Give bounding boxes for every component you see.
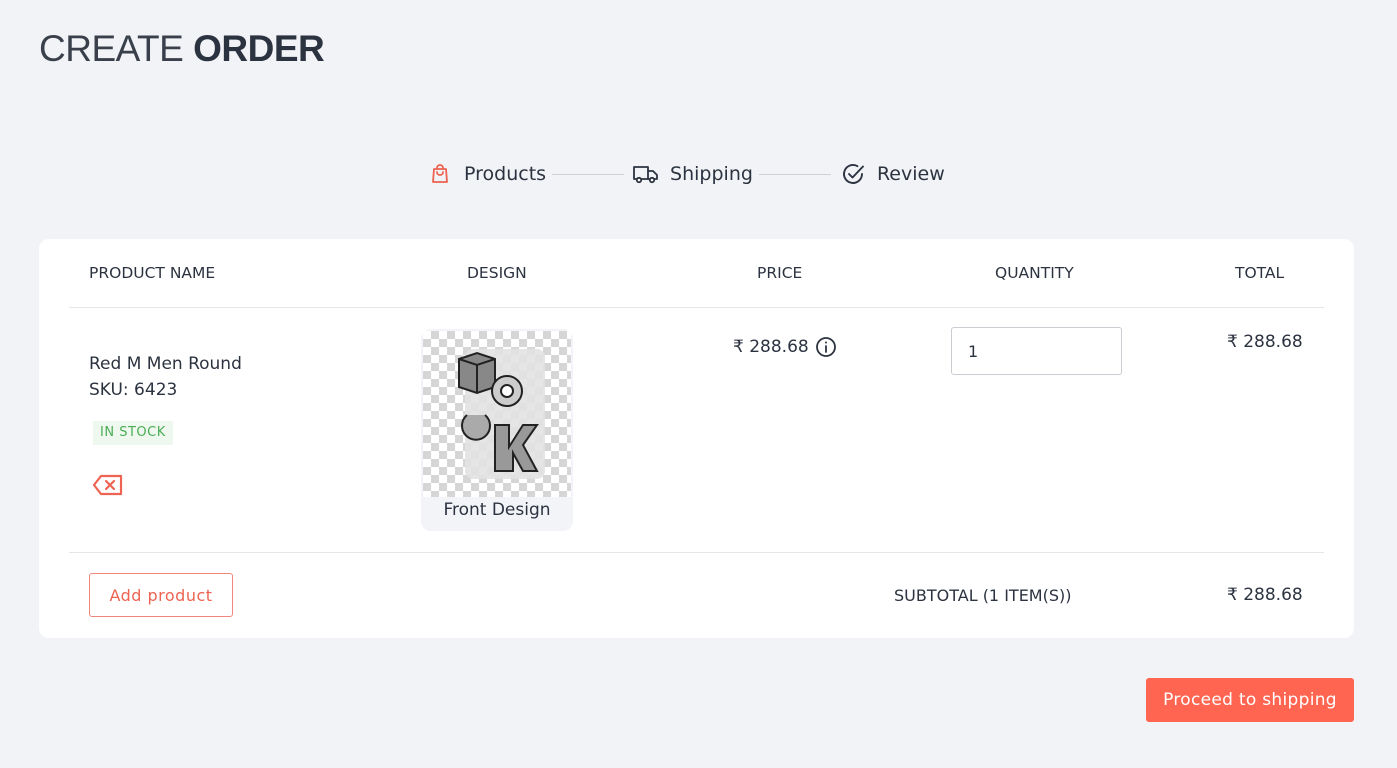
step-products-label: Products (464, 163, 547, 185)
shopping-bag-icon (426, 160, 454, 188)
subtotal-label: SUBTOTAL (1 ITEM(S)) (894, 586, 1072, 605)
proceed-to-shipping-button[interactable]: Proceed to shipping (1146, 678, 1354, 722)
design-preview-image (423, 331, 571, 497)
table-footer: Add product SUBTOTAL (1 ITEM(S)) ₹ 288.6… (69, 553, 1324, 638)
step-products[interactable]: Products (426, 160, 546, 188)
step-shipping[interactable]: Shipping (632, 160, 753, 188)
step-shipping-label: Shipping (670, 163, 753, 185)
table-row: Red M Men Round SKU: 6423 IN STOCK Front… (69, 308, 1324, 553)
table-header: PRODUCT NAME DESIGN PRICE QUANTITY TOTAL (69, 239, 1324, 308)
step-review[interactable]: Review (839, 160, 945, 188)
subtotal-value: ₹ 288.68 (1227, 585, 1303, 605)
remove-product-icon[interactable] (91, 472, 125, 500)
price-value: ₹ 288.68 (733, 337, 809, 357)
product-price: ₹ 288.68 (733, 336, 837, 358)
order-products-card: PRODUCT NAME DESIGN PRICE QUANTITY TOTAL… (39, 239, 1354, 638)
product-info: Red M Men Round SKU: 6423 (89, 351, 242, 403)
page-title-light: CREATE (39, 28, 184, 69)
create-order-page: CREATE ORDER Products Shipping Review PR… (0, 0, 1397, 768)
check-circle-icon (839, 160, 867, 188)
product-sku: SKU: 6423 (89, 380, 178, 400)
row-total: ₹ 288.68 (1227, 332, 1303, 352)
step-review-label: Review (876, 163, 945, 185)
header-total: TOTAL (1235, 264, 1285, 282)
header-design: DESIGN (467, 264, 527, 282)
stock-status-badge: IN STOCK (93, 421, 173, 445)
design-caption: Front Design (443, 500, 551, 520)
info-icon[interactable] (815, 336, 837, 358)
page-title: CREATE ORDER (39, 28, 325, 70)
page-title-bold: ORDER (193, 28, 325, 69)
header-product-name: PRODUCT NAME (89, 264, 216, 282)
rock-graphic-icon (458, 349, 545, 479)
product-name: Red M Men Round (89, 354, 242, 374)
header-price: PRICE (757, 264, 803, 282)
add-product-button[interactable]: Add product (89, 573, 233, 617)
truck-icon (632, 160, 660, 188)
step-connector (758, 173, 831, 175)
quantity-input[interactable] (951, 327, 1122, 375)
design-thumbnail[interactable]: Front Design (421, 329, 573, 531)
step-connector (552, 173, 625, 175)
order-stepper: Products Shipping Review (426, 156, 945, 192)
header-quantity: QUANTITY (995, 264, 1074, 282)
